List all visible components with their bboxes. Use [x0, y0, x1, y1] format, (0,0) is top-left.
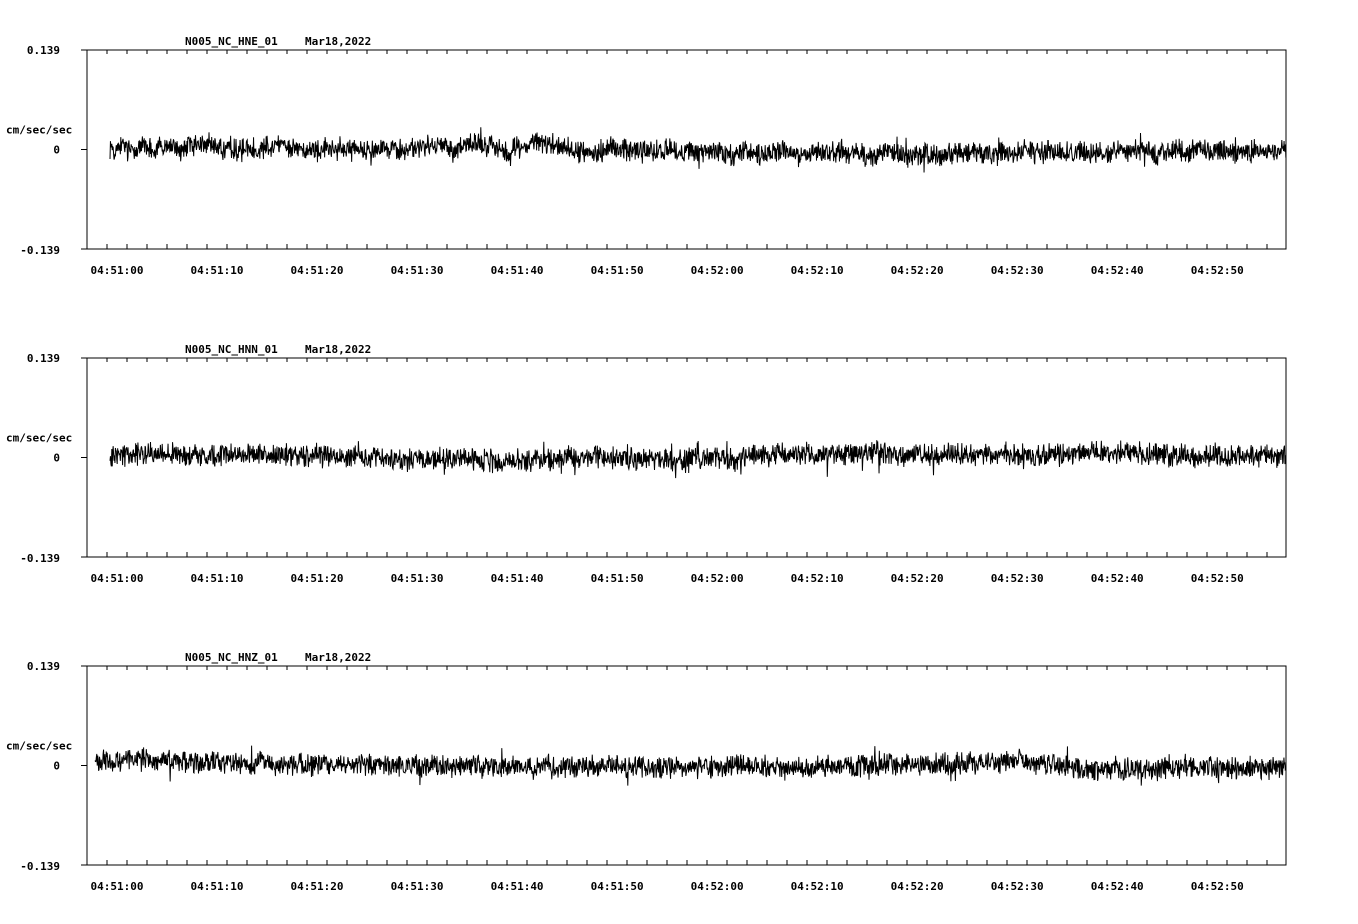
x-tick-label: 04:51:40 — [491, 264, 544, 277]
panel-0 — [81, 49, 1287, 250]
x-tick-label: 04:51:30 — [391, 264, 444, 277]
x-tick-label: 04:51:30 — [391, 572, 444, 585]
x-tick-label: 04:52:30 — [991, 572, 1044, 585]
x-tick-label: 04:51:40 — [491, 880, 544, 893]
trace-date: Mar18,2022 — [305, 651, 371, 664]
x-tick-label: 04:52:00 — [691, 572, 744, 585]
x-tick-label: 04:51:10 — [191, 880, 244, 893]
x-tick-label: 04:51:00 — [91, 880, 144, 893]
trace-title: N005_NC_HNZ_01 — [185, 651, 278, 664]
x-tick-label: 04:52:10 — [791, 880, 844, 893]
trace-date: Mar18,2022 — [305, 35, 371, 48]
y-axis-label: cm/sec/sec — [6, 740, 72, 753]
x-tick-label: 04:52:50 — [1191, 264, 1244, 277]
trace-date: Mar18,2022 — [305, 343, 371, 356]
y-tick-label-top: 0.139 — [27, 352, 60, 365]
x-tick-label: 04:52:30 — [991, 880, 1044, 893]
y-axis-label: cm/sec/sec — [6, 432, 72, 445]
seismogram-figure: 0.139 0 -0.139 cm/sec/sec N005_NC_HNE_01 Mar1… — [6, 35, 1287, 893]
trace-title: N005_NC_HNN_01 — [185, 343, 278, 356]
y-tick-label-top: 0.139 — [27, 44, 60, 57]
y-tick-label-zero: 0 — [53, 452, 60, 465]
x-tick-label: 04:51:20 — [291, 264, 344, 277]
x-tick-label: 04:51:50 — [591, 264, 644, 277]
y-tick-label-bottom: -0.139 — [20, 860, 60, 873]
x-tick-label: 04:52:30 — [991, 264, 1044, 277]
x-tick-label: 04:52:00 — [691, 880, 744, 893]
x-tick-label: 04:51:50 — [591, 572, 644, 585]
x-tick-label: 04:51:10 — [191, 264, 244, 277]
x-tick-label: 04:51:00 — [91, 572, 144, 585]
x-tick-label: 04:52:50 — [1191, 880, 1244, 893]
x-tick-label: 04:51:20 — [291, 880, 344, 893]
x-tick-label: 04:51:50 — [591, 880, 644, 893]
y-tick-label-bottom: -0.139 — [20, 244, 60, 257]
x-tick-label: 04:51:10 — [191, 572, 244, 585]
x-tick-label: 04:52:40 — [1091, 572, 1144, 585]
seismic-trace — [109, 127, 1287, 173]
x-tick-label: 04:52:40 — [1091, 880, 1144, 893]
x-tick-label: 04:51:30 — [391, 880, 444, 893]
x-tick-label: 04:52:40 — [1091, 264, 1144, 277]
x-tick-label: 04:51:00 — [91, 264, 144, 277]
seismic-trace — [109, 440, 1287, 479]
x-tick-label: 04:52:20 — [891, 264, 944, 277]
y-tick-label-top: 0.139 — [27, 660, 60, 673]
x-tick-label: 04:52:20 — [891, 572, 944, 585]
x-tick-label: 04:51:20 — [291, 572, 344, 585]
x-tick-label: 04:52:10 — [791, 264, 844, 277]
x-tick-label: 04:52:00 — [691, 264, 744, 277]
x-tick-label: 04:52:10 — [791, 572, 844, 585]
panel-1 — [81, 357, 1287, 558]
panel-2 — [81, 665, 1287, 866]
y-tick-label-zero: 0 — [53, 144, 60, 157]
y-axis-label: cm/sec/sec — [6, 124, 72, 137]
seismic-trace — [94, 745, 1287, 786]
y-tick-label-bottom: -0.139 — [20, 552, 60, 565]
x-tick-label: 04:52:20 — [891, 880, 944, 893]
trace-title: N005_NC_HNE_01 — [185, 35, 278, 48]
y-tick-label-zero: 0 — [53, 760, 60, 773]
x-tick-label: 04:51:40 — [491, 572, 544, 585]
x-tick-label: 04:52:50 — [1191, 572, 1244, 585]
